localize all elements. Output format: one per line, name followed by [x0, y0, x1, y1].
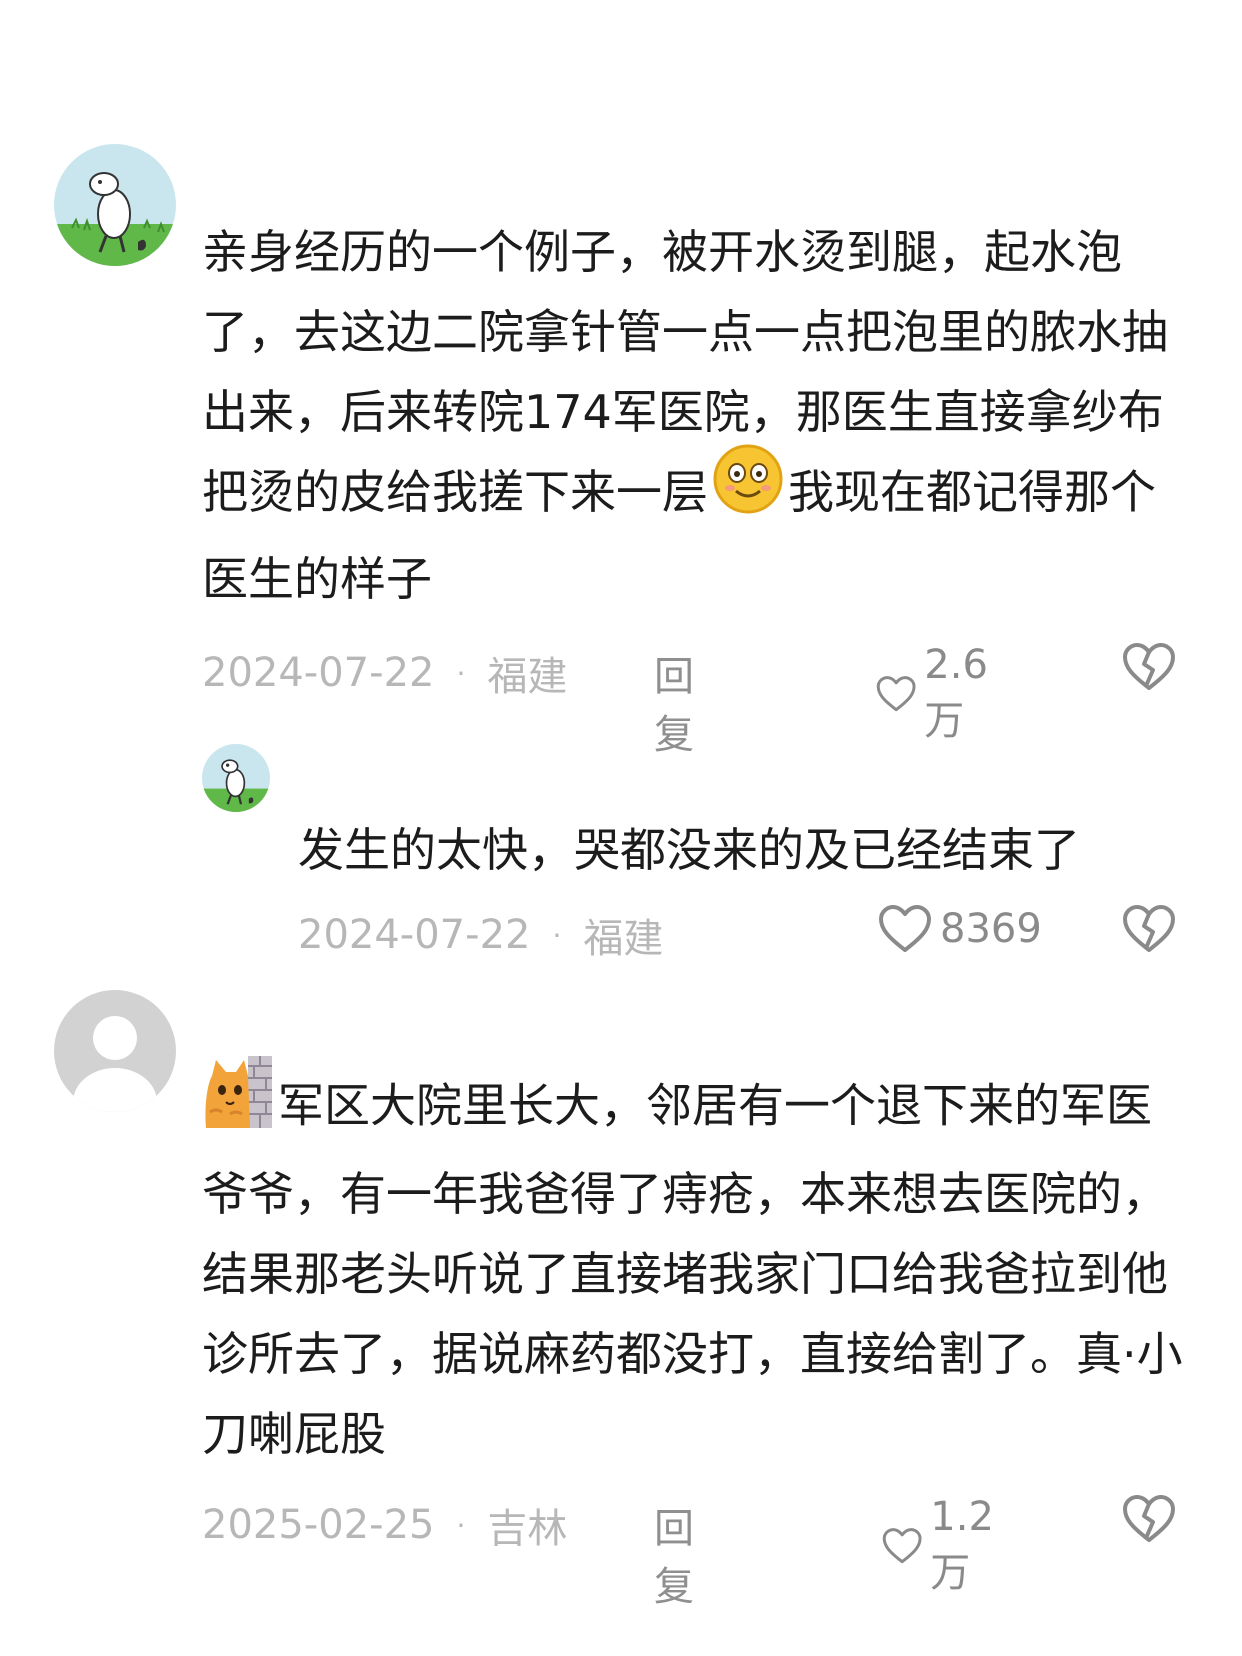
reply-button[interactable]: 回复: [654, 1496, 694, 1612]
dog-avatar-icon[interactable]: [54, 144, 176, 266]
comment-text-main: 军区大院里长大，邻居有一个退下来的军医爷爷，有一年我爸得了痔疮，本来想去医院的，…: [202, 1078, 1183, 1462]
broken-heart-icon: [1123, 643, 1175, 690]
comment-meta: 2025-02-25 · 吉林: [202, 1496, 567, 1554]
comment-location: 福建: [487, 654, 568, 700]
comment-meta: 2024-07-22 · 福建: [298, 906, 663, 964]
heart-icon: [876, 676, 916, 712]
like-count: 2.6万: [924, 642, 988, 744]
comment-location: 福建: [583, 916, 664, 962]
dog-avatar-icon[interactable]: [202, 744, 270, 812]
broken-heart-icon: [1123, 1495, 1175, 1542]
comment-text: 军区大院里长大，邻居有一个退下来的军医爷爷，有一年我爸得了痔疮，本来想去医院的，…: [202, 1056, 1192, 1474]
comment-date: 2024-07-22: [298, 912, 531, 958]
like-button[interactable]: 2.6万: [876, 642, 1002, 746]
cat-peek-emoji-icon: [202, 1054, 274, 1154]
meta-separator: ·: [456, 1508, 466, 1542]
dislike-button[interactable]: [1122, 1494, 1176, 1548]
heart-icon: [882, 1528, 922, 1564]
like-button[interactable]: 8369: [878, 904, 1042, 954]
smile-emoji-icon: [712, 443, 784, 539]
comment-date: 2025-02-25: [202, 1502, 435, 1548]
heart-icon: [879, 905, 931, 952]
like-button[interactable]: 1.2万: [882, 1494, 1008, 1598]
comment-location: 吉林: [487, 1506, 568, 1552]
meta-separator: ·: [552, 918, 562, 952]
comment-date: 2024-07-22: [202, 650, 435, 696]
dislike-button[interactable]: [1122, 904, 1176, 958]
like-count: 1.2万: [930, 1494, 994, 1596]
dislike-button[interactable]: [1122, 642, 1176, 696]
comment-meta: 2024-07-22 · 福建: [202, 644, 567, 702]
meta-separator: ·: [456, 656, 466, 690]
broken-heart-icon: [1123, 905, 1175, 952]
comment-text: 发生的太快，哭都没来的及已经结束了: [298, 823, 1080, 877]
like-count: 8369: [940, 906, 1042, 952]
default-user-avatar-icon[interactable]: [54, 990, 176, 1112]
reply-button[interactable]: 回复: [654, 644, 694, 760]
comment-text: 亲身经历的一个例子，被开水烫到腿，起水泡了，去这边二院拿针管一点一点把泡里的脓水…: [202, 212, 1192, 619]
